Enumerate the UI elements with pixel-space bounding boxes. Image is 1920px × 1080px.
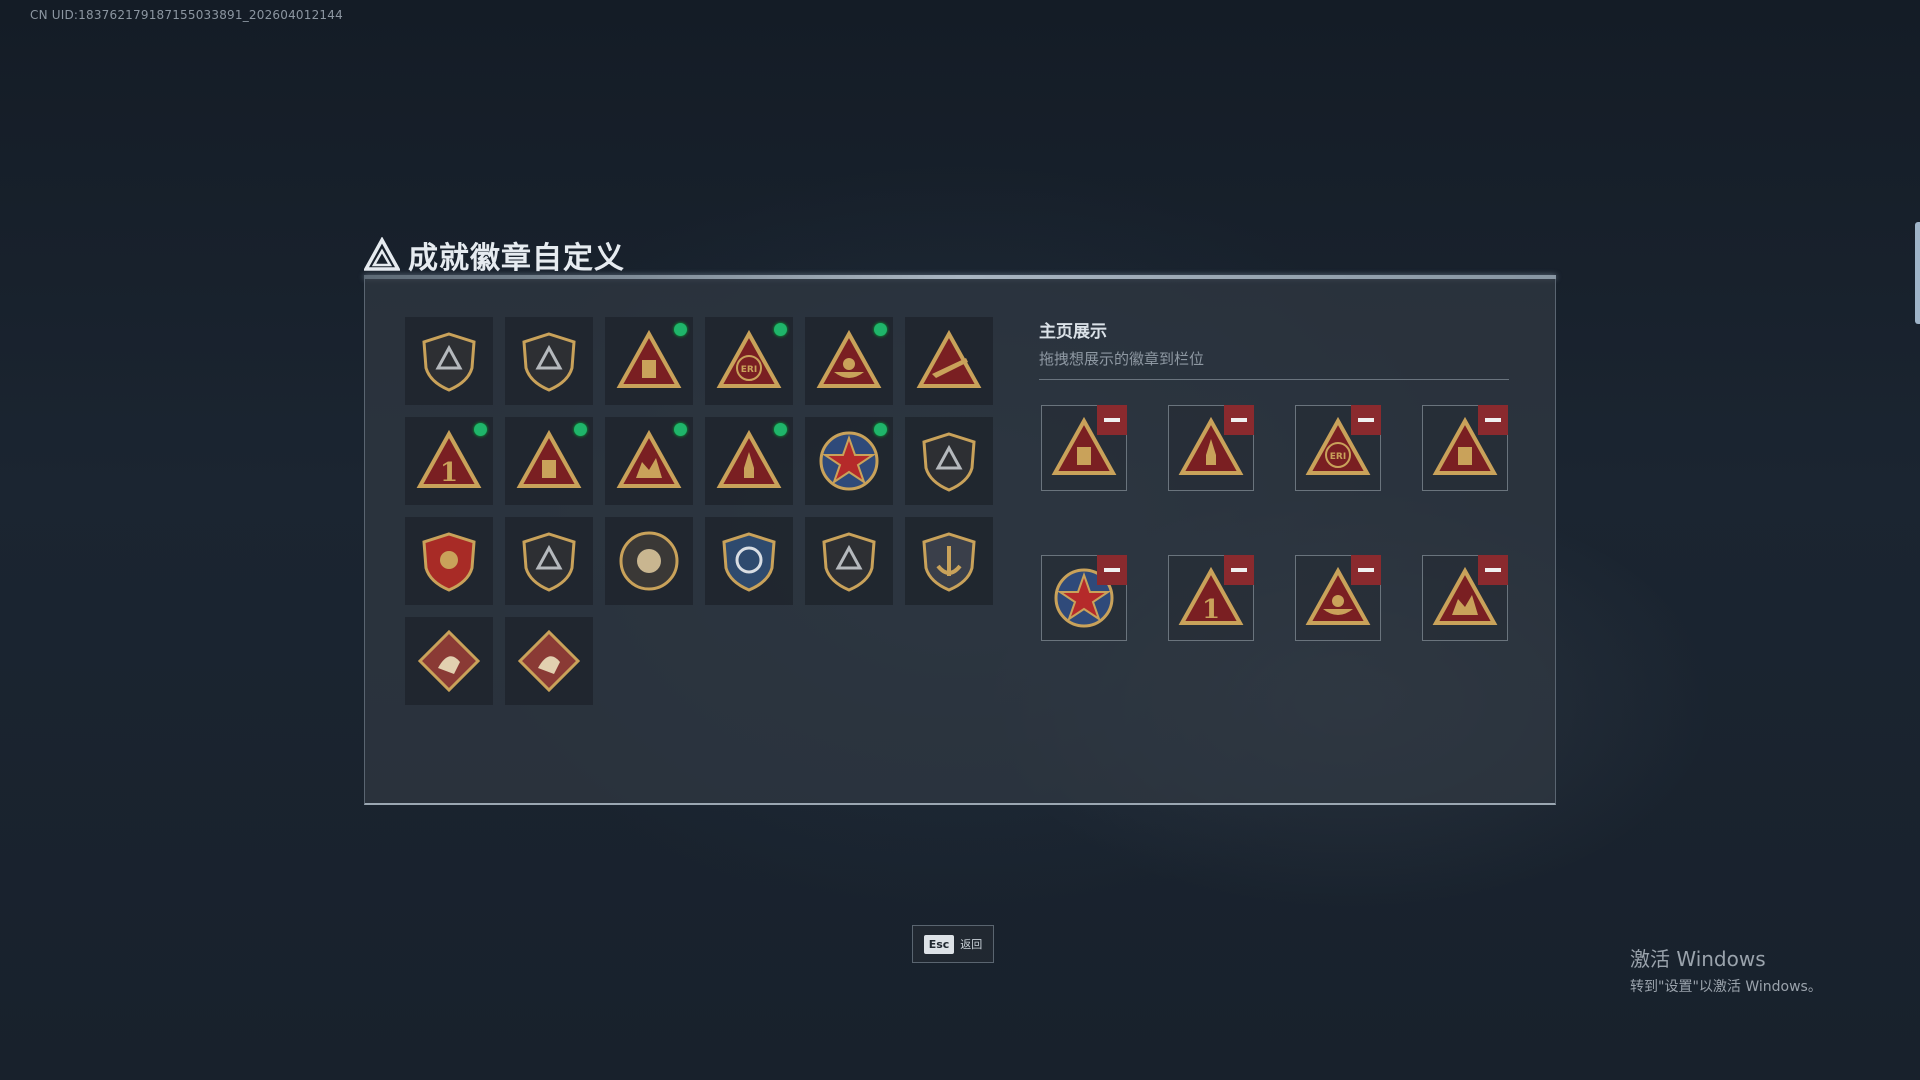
crate-triangle-badge-icon [516, 429, 582, 488]
badge-slot[interactable] [805, 417, 893, 505]
soldiers-triangle-badge-icon [616, 429, 682, 488]
minus-icon [1358, 568, 1374, 572]
showcase-slot[interactable] [1041, 555, 1127, 641]
badge-collection-grid: ERI 1 [405, 317, 993, 705]
eri-globe-triangle-badge-icon: ERI [716, 329, 782, 388]
badge-slot[interactable] [405, 617, 493, 705]
showcase-slot[interactable]: ERI [1295, 405, 1381, 491]
showcase-divider [1039, 379, 1509, 380]
showcase-slot[interactable] [1422, 405, 1508, 491]
dragon-diamond-badge-icon [417, 629, 481, 693]
new-indicator-dot [574, 423, 587, 436]
uid-label: CN UID:183762179187155033891_20260401214… [30, 8, 343, 22]
badge-slot[interactable] [705, 417, 793, 505]
helmet-shield-badge-icon [522, 532, 576, 592]
showcase-slot[interactable] [1422, 555, 1508, 641]
windows-activation-watermark: 激活 Windows 转到"设置"以激活 Windows。 [1630, 943, 1822, 996]
badge-slot[interactable] [605, 317, 693, 405]
side-edge-tab[interactable] [1915, 222, 1920, 324]
minus-icon [1231, 568, 1247, 572]
flower-circle-badge-icon [619, 531, 679, 591]
blue-target-shield-badge-icon [722, 532, 776, 592]
minus-icon [1485, 418, 1501, 422]
showcase-slot[interactable]: 1 [1168, 555, 1254, 641]
homepage-showcase: 主页展示 拖拽想展示的徽章到栏位 ERI 1 [1039, 317, 1509, 641]
badge-slot[interactable]: ERI [705, 317, 793, 405]
badge-slot[interactable] [805, 317, 893, 405]
new-indicator-dot [774, 423, 787, 436]
minus-icon [1104, 418, 1120, 422]
showcase-title: 主页展示 [1039, 322, 1107, 342]
remove-badge-button[interactable] [1097, 405, 1127, 435]
page-title: 成就徽章自定义 [408, 241, 625, 276]
lantern-triangle-badge-icon [616, 329, 682, 388]
remove-badge-button[interactable] [1478, 405, 1508, 435]
runner-diamond-badge-icon [517, 629, 581, 693]
badge-slot[interactable] [505, 317, 593, 405]
shield-triangle-badge-icon [422, 332, 476, 392]
svg-text:1: 1 [1202, 595, 1220, 625]
badge-customization-panel: ERI 1 主页展示 拖拽想展示的徽章到栏位 ERI 1 [364, 279, 1556, 805]
star-medal-badge-icon [819, 431, 879, 491]
badge-slot[interactable] [505, 617, 593, 705]
crest-shield-badge-icon [922, 432, 976, 492]
remove-badge-button[interactable] [1351, 405, 1381, 435]
new-indicator-dot [774, 323, 787, 336]
minus-icon [1358, 418, 1374, 422]
showcase-slots: ERI 1 [1041, 405, 1508, 641]
watermark-subtitle: 转到"设置"以激活 Windows。 [1630, 979, 1822, 995]
showcase-slot[interactable] [1168, 405, 1254, 491]
esc-key-hint: Esc [923, 934, 955, 954]
minus-icon [1231, 418, 1247, 422]
badge-slot[interactable] [905, 417, 993, 505]
new-indicator-dot [874, 323, 887, 336]
new-indicator-dot [874, 423, 887, 436]
new-indicator-dot [674, 423, 687, 436]
showcase-subtitle: 拖拽想展示的徽章到栏位 [1039, 350, 1205, 368]
showcase-slot[interactable] [1041, 405, 1127, 491]
delta-logo-icon [364, 237, 400, 271]
badge-slot[interactable] [905, 317, 993, 405]
page-header: 成就徽章自定义 [364, 233, 625, 277]
svg-text:1: 1 [440, 458, 458, 488]
badge-slot[interactable] [605, 417, 693, 505]
boat-triangle-badge-icon [816, 329, 882, 388]
svg-text:ERI: ERI [1330, 452, 1346, 462]
showcase-slot[interactable] [1295, 555, 1381, 641]
new-indicator-dot [674, 323, 687, 336]
back-button[interactable]: Esc 返回 [912, 925, 994, 963]
minus-icon [1104, 568, 1120, 572]
helicopter-shield-badge-icon [522, 332, 576, 392]
svg-text:ERI: ERI [741, 365, 757, 375]
badge-slot[interactable] [405, 517, 493, 605]
badge-slot[interactable] [905, 517, 993, 605]
minus-icon [1485, 568, 1501, 572]
number-one-triangle-badge-icon: 1 [416, 429, 482, 488]
badge-slot[interactable] [805, 517, 893, 605]
gun-shield-badge-icon [822, 532, 876, 592]
badge-slot[interactable] [405, 317, 493, 405]
remove-badge-button[interactable] [1224, 405, 1254, 435]
badge-slot[interactable] [705, 517, 793, 605]
badge-slot[interactable] [505, 417, 593, 505]
back-label: 返回 [960, 938, 983, 951]
rocket-triangle-badge-icon [716, 429, 782, 488]
new-indicator-dot [474, 423, 487, 436]
remove-badge-button[interactable] [1478, 555, 1508, 585]
eagle-crest-badge-icon [422, 532, 476, 592]
badge-slot[interactable] [605, 517, 693, 605]
remove-badge-button[interactable] [1351, 555, 1381, 585]
remove-badge-button[interactable] [1097, 555, 1127, 585]
badge-slot[interactable] [505, 517, 593, 605]
remove-badge-button[interactable] [1224, 555, 1254, 585]
gold-anchor-shield-badge-icon [922, 532, 976, 592]
watermark-title: 激活 Windows [1630, 947, 1766, 971]
badge-slot[interactable]: 1 [405, 417, 493, 505]
rifle-triangle-badge-icon [916, 329, 982, 388]
